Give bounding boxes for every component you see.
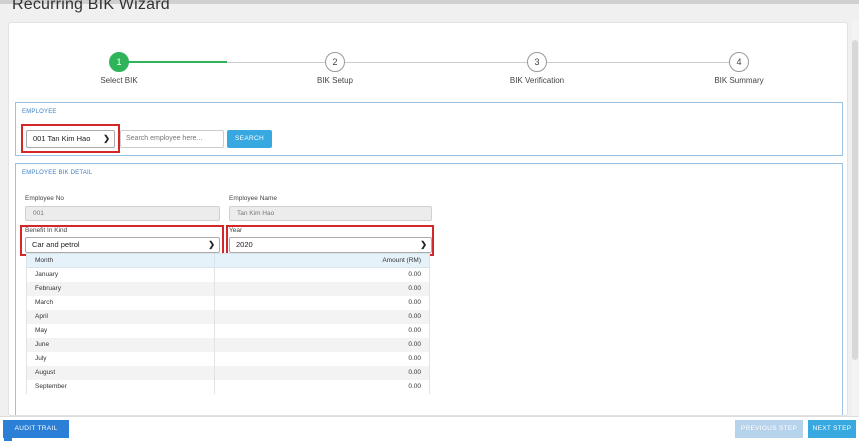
audit-trail-button[interactable]: AUDIT TRAIL [3,420,69,438]
month-cell: February [25,281,216,296]
vertical-scrollbar[interactable] [852,20,858,416]
amount-cell[interactable]: 0.00 [214,379,430,394]
employee-no-label: Employee No [25,195,65,202]
employee-name-field: Tan Kim Hao [229,206,432,221]
step-3-label: BIK Verification [509,76,565,85]
wizard-stepper: 1 2 3 4 Select BIK BIK Setup BIK Verific… [9,23,847,103]
amount-cell[interactable]: 0.00 [214,323,430,338]
amount-cell[interactable]: 0.00 [214,309,430,324]
month-cell: September [25,379,216,394]
table-row: April 0.00 [25,309,430,324]
table-row: July 0.00 [25,351,430,366]
employee-panel-title: EMPLOYEE [22,109,57,115]
month-cell: May [25,323,216,338]
monthly-amount-table: Month Amount (RM) January 0.00 February 0.… [25,253,430,394]
next-step-button[interactable]: NEXT STEP [808,420,856,438]
employee-panel: EMPLOYEE 001 Tan Kim Hao ❯ Search employ… [15,102,843,156]
page-title: Recurring BIK Wizard [12,0,170,13]
amount-cell[interactable]: 0.00 [214,295,430,310]
table-row: May 0.00 [25,323,430,338]
step-2-label: BIK Setup [316,76,354,85]
month-cell: January [25,267,216,282]
highlight-bik-select [20,225,224,256]
step-1-label: Select BIK [100,76,138,85]
scrollbar-thumb[interactable] [852,40,858,360]
wizard-footer: AUDIT TRAIL PREVIOUS STEP NEXT STEP [0,416,859,441]
amount-cell[interactable]: 0.00 [214,365,430,380]
month-cell: April [25,309,216,324]
month-column-header[interactable]: Month [25,253,216,268]
amount-cell[interactable]: 0.00 [214,267,430,282]
step-2-circle[interactable]: 2 [325,52,345,72]
month-cell: August [25,365,216,380]
step-4-label: BIK Summary [714,76,764,85]
employee-no-field: 001 [25,206,220,221]
employee-search-input[interactable]: Search employee here... [120,130,224,148]
previous-step-button[interactable]: PREVIOUS STEP [735,420,803,438]
step-3-circle[interactable]: 3 [527,52,547,72]
highlight-year-select [226,225,434,256]
table-row: August 0.00 [25,365,430,380]
month-cell: July [25,351,216,366]
employee-bik-detail-panel: EMPLOYEE BIK DETAIL Employee No 001 Empl… [15,163,843,415]
table-row: September 0.00 [25,379,430,394]
step-connector-1 [127,61,227,63]
search-button[interactable]: SEARCH [227,130,272,148]
table-row: February 0.00 [25,281,430,296]
highlight-employee-select [21,124,120,153]
employee-name-label: Employee Name [229,195,278,202]
step-connector-2 [345,62,527,63]
month-cell: March [25,295,216,310]
table-row: June 0.00 [25,337,430,352]
step-4-circle[interactable]: 4 [729,52,749,72]
amount-cell[interactable]: 0.00 [214,281,430,296]
wizard-card: 1 2 3 4 Select BIK BIK Setup BIK Verific… [8,22,848,416]
table-row: March 0.00 [25,295,430,310]
detail-panel-title: EMPLOYEE BIK DETAIL [22,170,93,176]
table-row: January 0.00 [25,267,430,282]
amount-cell[interactable]: 0.00 [214,351,430,366]
step-connector-3 [547,62,729,63]
step-1-circle[interactable]: 1 [109,52,129,72]
month-cell: June [25,337,216,352]
amount-column-header[interactable]: Amount (RM) [214,253,430,268]
step-connector-1b [227,62,325,63]
amount-cell[interactable]: 0.00 [214,337,430,352]
